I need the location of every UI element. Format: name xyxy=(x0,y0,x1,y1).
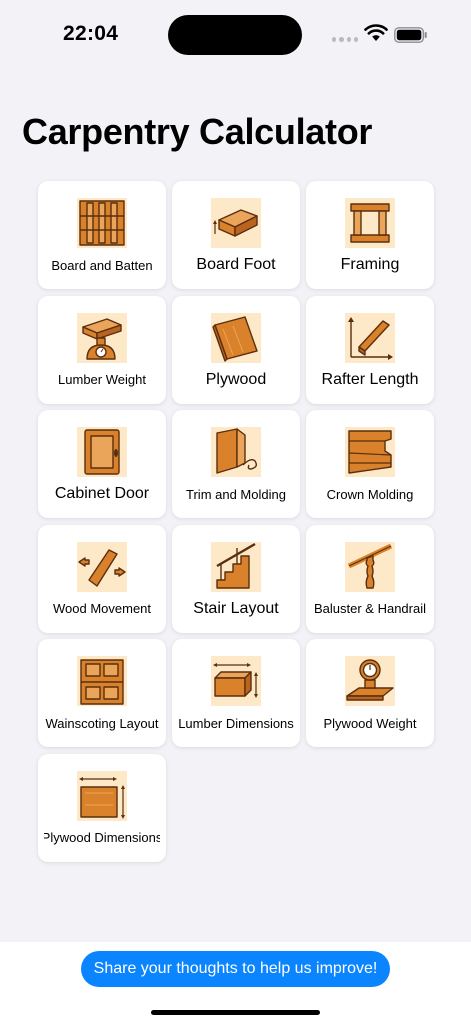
calculator-tile[interactable]: Plywood Dimensions xyxy=(38,753,166,862)
lumber-dimensions-icon xyxy=(211,656,261,706)
calculator-tile-label: Crown Molding xyxy=(326,486,414,502)
calculator-tile[interactable]: Wainscoting Layout xyxy=(38,639,166,747)
calculator-tile[interactable]: Lumber Dimensions xyxy=(172,639,300,747)
plywood-weight-icon xyxy=(345,656,395,706)
calculator-tile[interactable]: Cabinet Door xyxy=(38,410,166,518)
calculator-tile-label: Wood Movement xyxy=(52,601,152,616)
calculator-tile-label: Cabinet Door xyxy=(54,485,150,502)
calculator-tile[interactable]: Lumber Weight xyxy=(38,295,166,404)
calculator-tile[interactable]: Baluster & Handrail xyxy=(306,524,434,633)
footer-bar: Share your thoughts to help us improve! xyxy=(0,942,471,1024)
lumber-weight-icon xyxy=(77,312,127,363)
rafter-length-icon xyxy=(345,312,395,363)
board-and-batten-icon xyxy=(77,198,127,248)
wood-movement-icon xyxy=(77,541,127,592)
calculator-tile[interactable]: Crown Molding xyxy=(306,410,434,518)
page-title: Carpentry Calculator xyxy=(22,111,373,152)
calculator-tile-label: Rafter Length xyxy=(321,370,419,388)
calculator-tile[interactable]: Trim and Molding xyxy=(172,410,300,518)
calculator-grid: Board and Batten Board Foot Framing Lumb… xyxy=(38,181,434,862)
calculator-tile-label: Board and Batten xyxy=(51,257,153,273)
crown-molding-icon xyxy=(345,427,395,477)
status-time: 22:04 xyxy=(63,22,119,45)
calculator-tile-label: Board Foot xyxy=(196,256,276,273)
home-indicator xyxy=(151,1010,320,1015)
calculator-tile-label: Baluster & Handrail xyxy=(314,601,426,616)
wifi-icon xyxy=(364,24,388,41)
calculator-tile[interactable]: Rafter Length xyxy=(306,295,434,404)
calculator-tile-label: Wainscoting Layout xyxy=(45,715,159,731)
calculator-tile[interactable]: Plywood Weight xyxy=(306,639,434,747)
calculator-tile-label: Trim and Molding xyxy=(186,486,286,502)
calculator-tile[interactable]: Board Foot xyxy=(172,181,300,289)
calculator-tile[interactable]: Board and Batten xyxy=(38,181,166,289)
calculator-tile[interactable]: Wood Movement xyxy=(38,524,166,633)
board-foot-icon xyxy=(211,198,261,248)
calculator-tile-label: Stair Layout xyxy=(193,599,279,617)
calculator-tile[interactable]: Stair Layout xyxy=(172,524,300,633)
calculator-tile[interactable]: Framing xyxy=(306,181,434,289)
calculator-tile[interactable]: Plywood xyxy=(172,295,300,404)
feedback-button[interactable]: Share your thoughts to help us improve! xyxy=(81,951,390,987)
calculator-tile-label: Lumber Dimensions xyxy=(178,715,294,731)
baluster-handrail-icon xyxy=(345,541,395,592)
trim-and-molding-icon xyxy=(211,427,261,477)
framing-icon xyxy=(345,198,395,248)
calculator-tile-label: Plywood Dimensions xyxy=(44,830,160,845)
calculator-tile-label: Plywood Weight xyxy=(323,715,417,731)
stair-layout-icon xyxy=(211,541,261,592)
status-bar: 22:04 xyxy=(0,0,471,70)
plywood-dimensions-icon xyxy=(77,770,127,821)
wainscoting-icon xyxy=(77,656,127,706)
battery-icon xyxy=(394,27,427,43)
cabinet-door-icon xyxy=(77,427,127,477)
calculator-tile-label: Plywood xyxy=(205,370,267,388)
cellular-signal-icon xyxy=(332,37,358,43)
calculator-tile-label: Framing xyxy=(340,256,400,273)
plywood-icon xyxy=(211,312,261,363)
dynamic-island xyxy=(168,15,302,55)
calculator-tile-label: Lumber Weight xyxy=(58,372,146,387)
